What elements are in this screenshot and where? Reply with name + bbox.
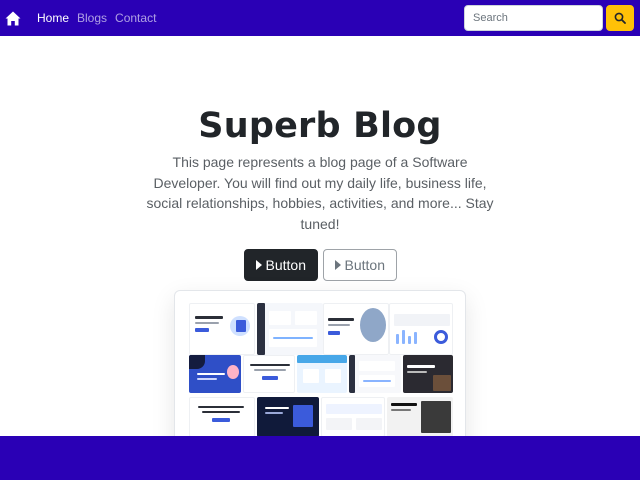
search-button[interactable] — [606, 5, 634, 31]
search-icon — [614, 12, 626, 24]
hero-buttons: Button Button — [0, 249, 640, 281]
template-thumbnail — [321, 397, 385, 437]
caret-right-icon — [255, 260, 262, 270]
nav-link-home[interactable]: Home — [37, 11, 69, 25]
search-input[interactable] — [464, 5, 603, 31]
caret-right-icon — [334, 260, 341, 270]
template-thumbnail — [403, 355, 453, 393]
secondary-button-label: Button — [344, 257, 385, 273]
hero-section: Superb Blog This page represents a blog … — [0, 36, 640, 281]
template-thumbnail — [349, 355, 401, 393]
nav-links: Home Blogs Contact — [37, 11, 156, 25]
website-templates-collage-image — [174, 290, 466, 450]
template-thumbnail — [189, 303, 255, 355]
primary-button-label: Button — [265, 257, 306, 273]
template-thumbnail — [323, 303, 389, 355]
search-form — [464, 5, 634, 31]
template-thumbnail — [387, 397, 453, 437]
template-thumbnail — [257, 303, 323, 355]
nav-link-blogs[interactable]: Blogs — [77, 11, 107, 25]
navbar: Home Blogs Contact — [0, 0, 640, 36]
house-icon — [5, 11, 21, 25]
secondary-button[interactable]: Button — [322, 249, 397, 281]
template-thumbnail — [243, 355, 295, 393]
home-link[interactable] — [5, 11, 21, 26]
template-thumbnail — [389, 303, 453, 355]
page-title: Superb Blog — [198, 106, 442, 146]
nav-link-contact[interactable]: Contact — [115, 11, 156, 25]
template-thumbnail — [189, 355, 241, 393]
template-thumbnail — [189, 397, 255, 437]
template-thumbnail — [257, 397, 319, 437]
primary-button[interactable]: Button — [243, 249, 318, 281]
footer-bar — [0, 436, 640, 480]
template-thumbnail — [297, 355, 347, 393]
hero-description: This page represents a blog page of a So… — [146, 154, 494, 232]
